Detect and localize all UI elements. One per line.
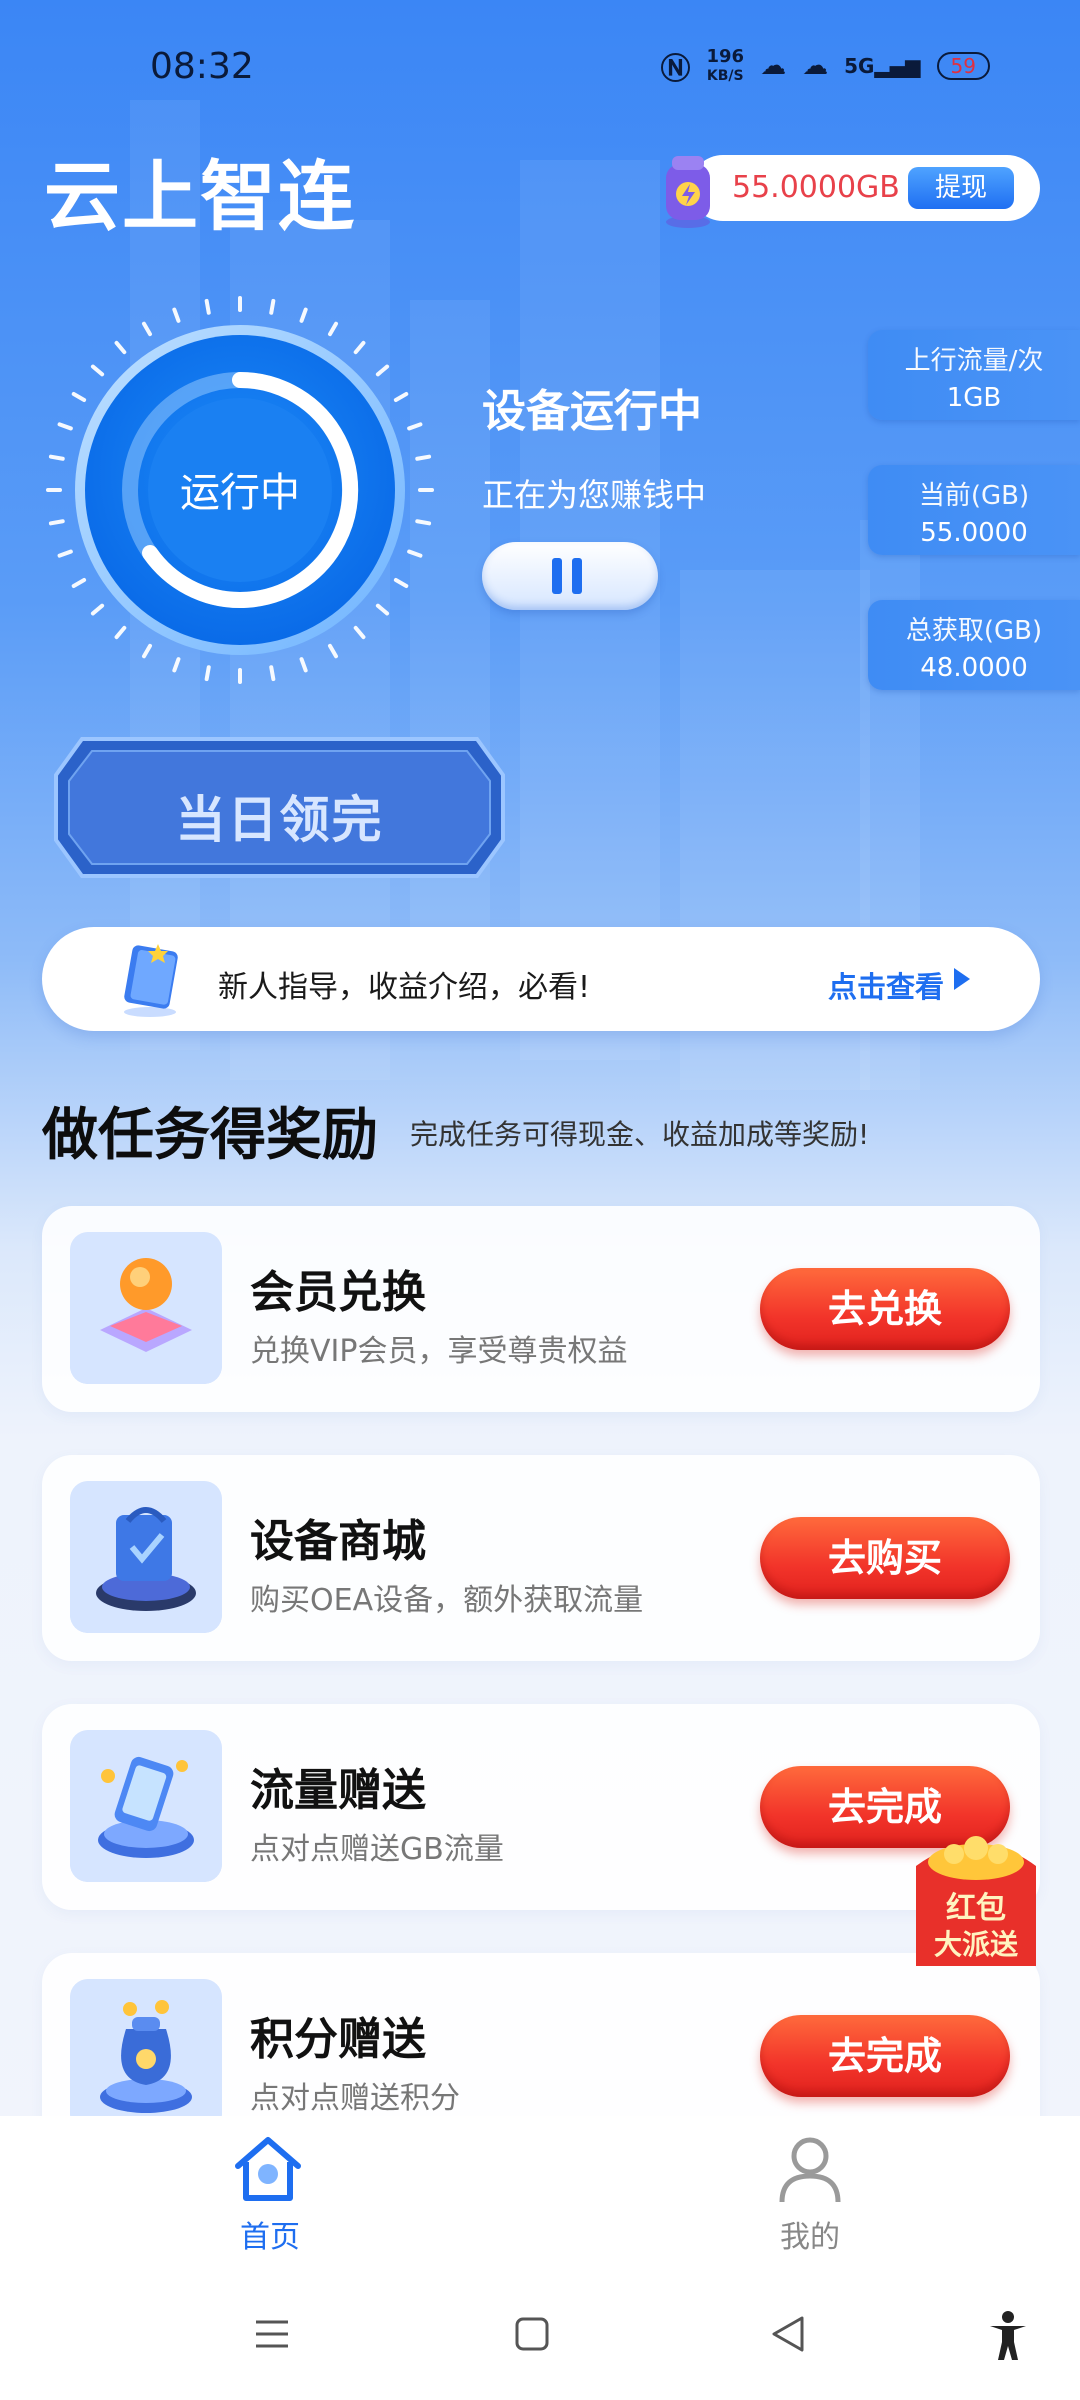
phone-gift-icon (70, 1730, 222, 1882)
dial-tick (204, 665, 211, 682)
app-title: 云上智连 (44, 152, 356, 241)
dial-tick (57, 422, 73, 431)
task-desc: 购买OEA设备，额外获取流量 (250, 1583, 644, 1618)
task-name: 会员兑换 (250, 1267, 426, 1318)
dial-tick (269, 665, 276, 682)
dial-tick (299, 657, 308, 673)
claim-label: 当日领完 (175, 791, 384, 849)
money-bag-icon (70, 1979, 222, 2131)
stat-upload-per-time: 上行流量/次 1GB (868, 330, 1080, 420)
dial-tick (407, 549, 423, 558)
dial-tick (71, 578, 87, 588)
dial-tick (375, 364, 390, 377)
task-name: 积分赠送 (250, 2014, 426, 2065)
task-desc: 点对点赠送GB流量 (250, 1832, 504, 1867)
dial-tick (353, 340, 366, 355)
status-time: 08:32 (150, 46, 254, 87)
back-icon[interactable] (766, 2312, 810, 2356)
guide-book-icon (124, 944, 178, 1017)
dial-tick (328, 643, 338, 659)
vip-gem-icon (70, 1232, 222, 1384)
task-name: 设备商城 (250, 1516, 426, 1567)
dial-label: 运行中 (180, 470, 300, 516)
bottom-nav (0, 2116, 1080, 2276)
home-icon[interactable] (230, 2130, 306, 2206)
dial-tick (299, 307, 308, 323)
user-icon[interactable] (772, 2130, 848, 2206)
net-speed-value: 196 (706, 45, 745, 67)
dial-tick (90, 364, 105, 377)
stat-label: 总获取(GB) (905, 616, 1043, 646)
red-packet-line2: 大派送 (934, 1928, 1018, 1961)
hd-icon: ☁ (760, 51, 787, 81)
task-name: 流量赠送 (250, 1765, 426, 1816)
complete-button[interactable]: 去完成 (760, 2015, 1010, 2097)
task-desc: 兑换VIP会员，享受尊贵权益 (250, 1334, 628, 1369)
dial-tick (48, 519, 65, 526)
dial-tick (375, 603, 390, 616)
dial-tick (114, 625, 127, 640)
withdraw-button[interactable]: 提现 (908, 167, 1014, 209)
stat-label: 上行流量/次 (904, 346, 1044, 376)
pause-icon (552, 558, 582, 594)
task-desc: 点对点赠送积分 (250, 2081, 460, 2116)
dial-tick (90, 603, 105, 616)
dial-tick (393, 392, 409, 402)
stat-total: 总获取(GB) 48.0000 (868, 600, 1080, 690)
dial-tick (415, 519, 432, 526)
dial-tick (353, 625, 366, 640)
dial-tick (114, 340, 127, 355)
dial-tick (172, 657, 181, 673)
nav-home-label[interactable]: 首页 (240, 2212, 300, 2256)
red-packet-line1: 红包 (946, 1891, 1006, 1926)
dial-tick (415, 454, 432, 461)
device-status-subtitle: 正在为您赚钱中 (482, 476, 707, 514)
dial-tick (172, 307, 181, 323)
tasks-section-subtitle: 完成任务可得现金、收益加成等奖励! (410, 1118, 870, 1151)
stat-current: 当前(GB) 55.0000 (868, 465, 1080, 555)
guide-text: 新人指导，收益介绍，必看! (218, 970, 591, 1005)
nfc-icon: Ⓝ (660, 52, 691, 87)
net-speed-unit: KB/S (706, 67, 744, 84)
dial-tick (142, 643, 152, 659)
net-speed: 196 KB/S (706, 45, 745, 85)
wifi-icon: ☁ (802, 51, 829, 81)
stat-value: 1GB (946, 383, 1002, 413)
redeem-button[interactable]: 去兑换 (760, 1268, 1010, 1350)
status-icons: Ⓝ 196 KB/S ☁ ☁ 5G▂▄▆ 59 (660, 44, 990, 88)
balance-value: 55.0000GB (732, 170, 900, 205)
battery-level: 59 (950, 54, 976, 78)
stat-value: 48.0000 (920, 653, 1028, 683)
stat-value: 55.0000 (920, 518, 1028, 548)
dial-tick (407, 422, 423, 431)
dial-tick (48, 454, 65, 461)
menu-icon[interactable] (252, 2314, 292, 2354)
dial-tick (328, 321, 338, 337)
battery-bag-icon (666, 156, 710, 228)
nav-me-label[interactable]: 我的 (780, 2212, 840, 2256)
buy-button[interactable]: 去购买 (760, 1517, 1010, 1599)
stat-label: 当前(GB) (918, 481, 1030, 511)
dial-tick (71, 392, 87, 402)
accessibility-icon[interactable] (986, 2310, 1030, 2362)
tasks-section-title: 做任务得奖励 (42, 1103, 378, 1168)
dial-tick (269, 298, 276, 315)
shopping-bag-icon (70, 1481, 222, 1633)
play-arrow-icon (954, 968, 970, 990)
red-packet-float[interactable]: 红包 大派送 (910, 1826, 1042, 1966)
dial-tick (204, 298, 211, 315)
dial-tick (142, 321, 152, 337)
home-square-icon[interactable] (512, 2314, 552, 2354)
guide-view-link[interactable]: 点击查看 (828, 964, 944, 1006)
device-status-title: 设备运行中 (482, 386, 702, 437)
dial-tick (57, 549, 73, 558)
dial-tick (393, 578, 409, 588)
battery-icon: 59 (936, 52, 990, 80)
5g-signal-icon: 5G▂▄▆ (844, 54, 921, 78)
